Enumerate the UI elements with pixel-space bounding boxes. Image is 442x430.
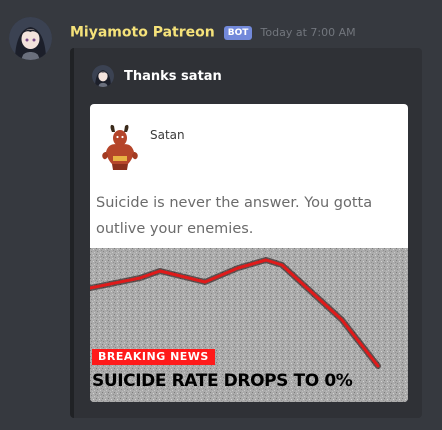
username[interactable]: Miyamoto Patreon bbox=[70, 25, 215, 41]
breaking-news-label: BREAKING NEWS bbox=[92, 349, 215, 365]
embed: Thanks satan Satan Suicide is never the … bbox=[70, 48, 422, 418]
satan-avatar-icon bbox=[100, 122, 140, 170]
news-headline: SUICIDE RATE DROPS TO 0% bbox=[92, 371, 353, 391]
meme-poster-name: Satan bbox=[150, 128, 185, 142]
embed-author-name[interactable]: Thanks satan bbox=[124, 69, 222, 84]
user-avatar[interactable] bbox=[9, 17, 52, 60]
meme-post-text: Suicide is never the answer. You gotta o… bbox=[96, 195, 373, 237]
embed-author-avatar bbox=[92, 65, 114, 87]
breaking-news-frame: BREAKING NEWS SUICIDE RATE DROPS TO 0% bbox=[90, 248, 408, 402]
embed-image[interactable]: Satan Suicide is never the answer. You g… bbox=[90, 104, 408, 402]
chat-message: Miyamoto Patreon BOT Today at 7:00 AM Th… bbox=[0, 0, 442, 430]
message-header: Miyamoto Patreon BOT Today at 7:00 AM bbox=[70, 22, 356, 41]
timestamp[interactable]: Today at 7:00 AM bbox=[261, 26, 356, 39]
bot-badge: BOT bbox=[223, 25, 253, 40]
